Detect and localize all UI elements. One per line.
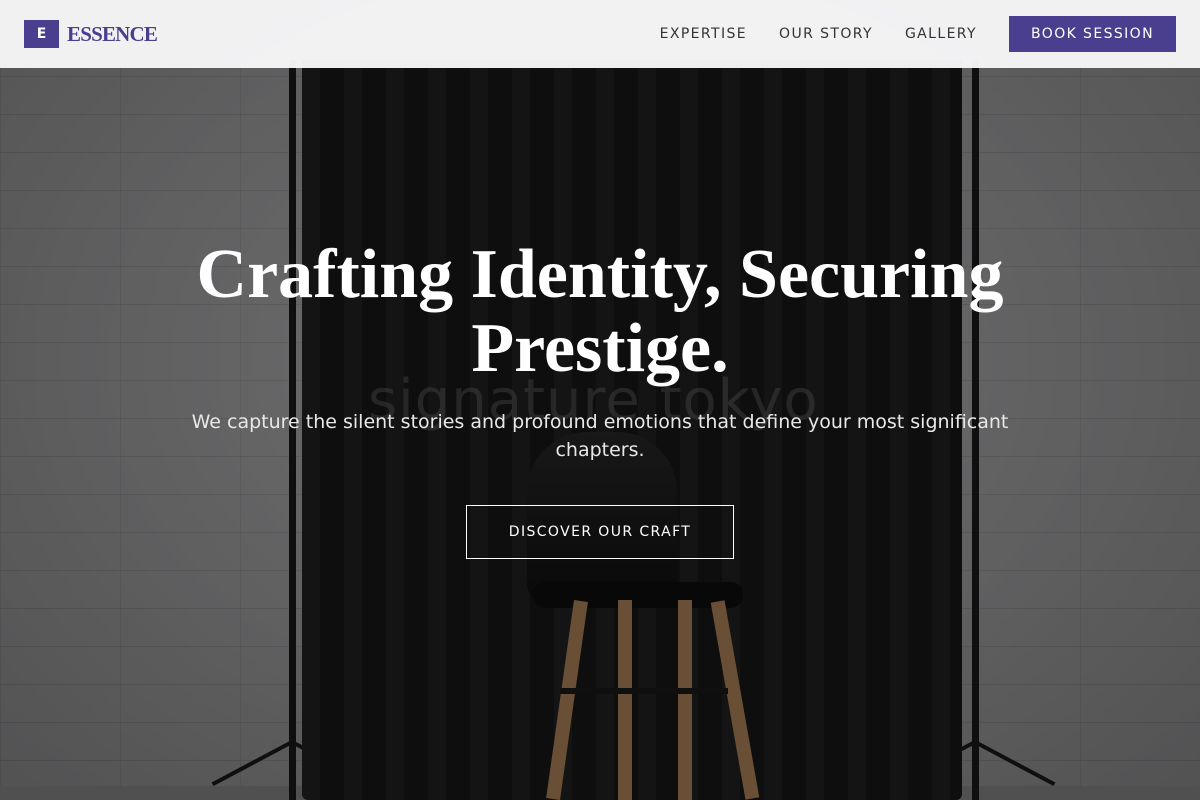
logo[interactable]: E ESSENCE — [24, 20, 158, 48]
logo-mark: E — [24, 20, 59, 48]
book-session-button[interactable]: BOOK SESSION — [1009, 16, 1176, 52]
logo-text: ESSENCE — [67, 21, 158, 46]
nav-link-our-story[interactable]: OUR STORY — [779, 26, 873, 42]
nav-link-expertise[interactable]: EXPERTISE — [660, 26, 747, 42]
hero-section: Crafting Identity, Securing Prestige. We… — [0, 0, 1200, 800]
hero-headline: Crafting Identity, Securing Prestige. — [196, 236, 1004, 387]
main-nav: EXPERTISE OUR STORY GALLERY BOOK SESSION — [660, 16, 1176, 52]
nav-link-gallery[interactable]: GALLERY — [905, 26, 977, 42]
hero-subheadline: We capture the silent stories and profou… — [191, 411, 1009, 461]
discover-craft-button[interactable]: DISCOVER OUR CRAFT — [466, 505, 734, 559]
site-header: E ESSENCE EXPERTISE OUR STORY GALLERY BO… — [0, 0, 1200, 68]
